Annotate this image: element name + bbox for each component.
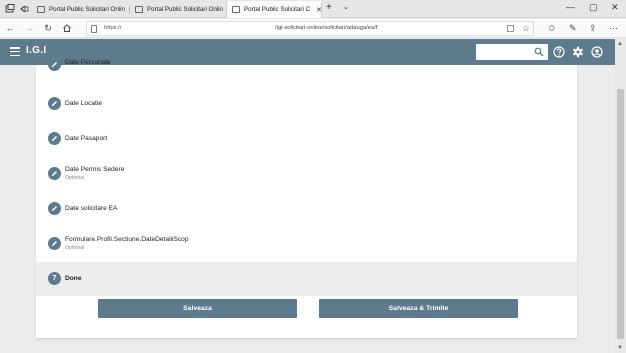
search-box bbox=[476, 44, 548, 60]
page-icon bbox=[135, 6, 143, 13]
user-icon[interactable] bbox=[591, 46, 603, 58]
menu-icon[interactable] bbox=[10, 47, 20, 56]
favorite-star-icon[interactable]: ☆ bbox=[522, 23, 530, 34]
step-label: Done bbox=[65, 275, 82, 282]
step-date-solicitare-ea[interactable]: Date solicitare EA bbox=[36, 191, 577, 225]
browser-address-bar: ← → ↻ https:// /igi-solicitari-online/so… bbox=[0, 19, 626, 38]
chevron-down-icon[interactable]: ⌄ bbox=[343, 3, 349, 11]
tab-title: Portal Public Solicitari Onlin bbox=[147, 6, 223, 13]
pen-icon[interactable]: ✎ bbox=[569, 23, 577, 33]
step-done[interactable]: 7 Done bbox=[36, 262, 577, 296]
share-icon[interactable]: ⇪ bbox=[589, 23, 597, 33]
back-tabs-icon[interactable] bbox=[18, 3, 30, 15]
scroll-down-icon[interactable]: ▼ bbox=[617, 345, 623, 351]
step-detalii-scop[interactable]: Formulare.Profil.Sectiune.DateDetaliiSco… bbox=[36, 227, 577, 261]
step-number-badge: 7 bbox=[48, 272, 61, 285]
edit-icon bbox=[48, 167, 61, 180]
edit-icon bbox=[48, 97, 61, 110]
close-tab-icon[interactable]: ✕ bbox=[316, 6, 321, 14]
lock-icon bbox=[91, 25, 97, 33]
edit-icon bbox=[48, 202, 61, 215]
step-label: Date solicitare EA bbox=[65, 205, 118, 212]
step-label: Date Pasaport bbox=[65, 135, 108, 142]
forward-icon[interactable]: → bbox=[24, 23, 34, 33]
browser-tab-bar: Portal Public Solicitari Onlin Portal Pu… bbox=[0, 0, 626, 18]
refresh-icon[interactable]: ↻ bbox=[43, 23, 53, 33]
reading-view-icon[interactable] bbox=[507, 25, 514, 32]
page-scrollbar[interactable]: ▲ ▼ bbox=[615, 39, 626, 353]
step-date-locatie[interactable]: Date Locatie bbox=[36, 87, 577, 121]
url-field[interactable]: https:// /igi-solicitari-online/solicita… bbox=[86, 21, 534, 36]
step-date-permis-sedere[interactable]: Date Permis Sedere Optional bbox=[36, 157, 577, 191]
url-protocol: https:// bbox=[104, 25, 122, 31]
edit-icon bbox=[48, 132, 61, 145]
close-window-icon[interactable]: ✕ bbox=[611, 2, 619, 13]
brand-title[interactable]: I.G.I bbox=[26, 45, 46, 56]
page-icon bbox=[232, 6, 240, 13]
browser-tab-2[interactable]: Portal Public Solicitari Onlin bbox=[130, 1, 226, 18]
save-and-send-button[interactable]: Salveaza & Trimite bbox=[319, 299, 518, 318]
minimize-icon[interactable]: — bbox=[566, 2, 575, 12]
browser-tab-3-active[interactable]: Portal Public Solicitari C ✕ bbox=[226, 1, 322, 18]
step-optional-hint: Optional bbox=[65, 245, 85, 251]
settings-icon[interactable] bbox=[572, 46, 584, 58]
scroll-thumb[interactable] bbox=[617, 89, 624, 339]
favorites-icon[interactable]: ✩ bbox=[548, 23, 556, 33]
more-icon[interactable]: ⋯ bbox=[609, 23, 618, 33]
browser-tab-1[interactable]: Portal Public Solicitari Onlin bbox=[32, 1, 128, 18]
tab-actions-icon[interactable] bbox=[4, 3, 16, 15]
step-label: Date Permis Sedere bbox=[65, 166, 125, 173]
new-tab-icon[interactable]: + bbox=[326, 2, 332, 13]
home-icon[interactable] bbox=[62, 23, 72, 33]
save-button[interactable]: Salveaza bbox=[98, 299, 297, 318]
help-icon[interactable] bbox=[553, 46, 565, 58]
search-icon[interactable] bbox=[534, 47, 544, 57]
step-date-pasaport[interactable]: Date Pasaport bbox=[36, 121, 577, 155]
page-icon bbox=[37, 6, 45, 13]
tab-title: Portal Public Solicitari Onlin bbox=[49, 6, 125, 13]
edit-icon bbox=[48, 237, 61, 250]
url-path: /igi-solicitari-online/solicitari/adauga… bbox=[275, 25, 378, 31]
search-input[interactable] bbox=[476, 44, 532, 60]
step-number: 7 bbox=[52, 275, 57, 282]
tab-title: Portal Public Solicitari C bbox=[244, 6, 311, 13]
maximize-icon[interactable]: ▢ bbox=[589, 2, 598, 13]
step-label: Date Locatie bbox=[65, 100, 103, 107]
back-icon[interactable]: ← bbox=[5, 23, 15, 33]
step-label: Formulare.Profil.Sectiune.DateDetaliiSco… bbox=[65, 236, 189, 243]
edit-icon bbox=[48, 58, 61, 71]
form-stepper-card: Date Personale Date Locatie Date Pasapor… bbox=[36, 58, 577, 338]
step-label: Date Personale bbox=[65, 59, 111, 66]
step-optional-hint: Optional bbox=[65, 175, 85, 181]
scroll-up-icon[interactable]: ▲ bbox=[617, 41, 623, 47]
